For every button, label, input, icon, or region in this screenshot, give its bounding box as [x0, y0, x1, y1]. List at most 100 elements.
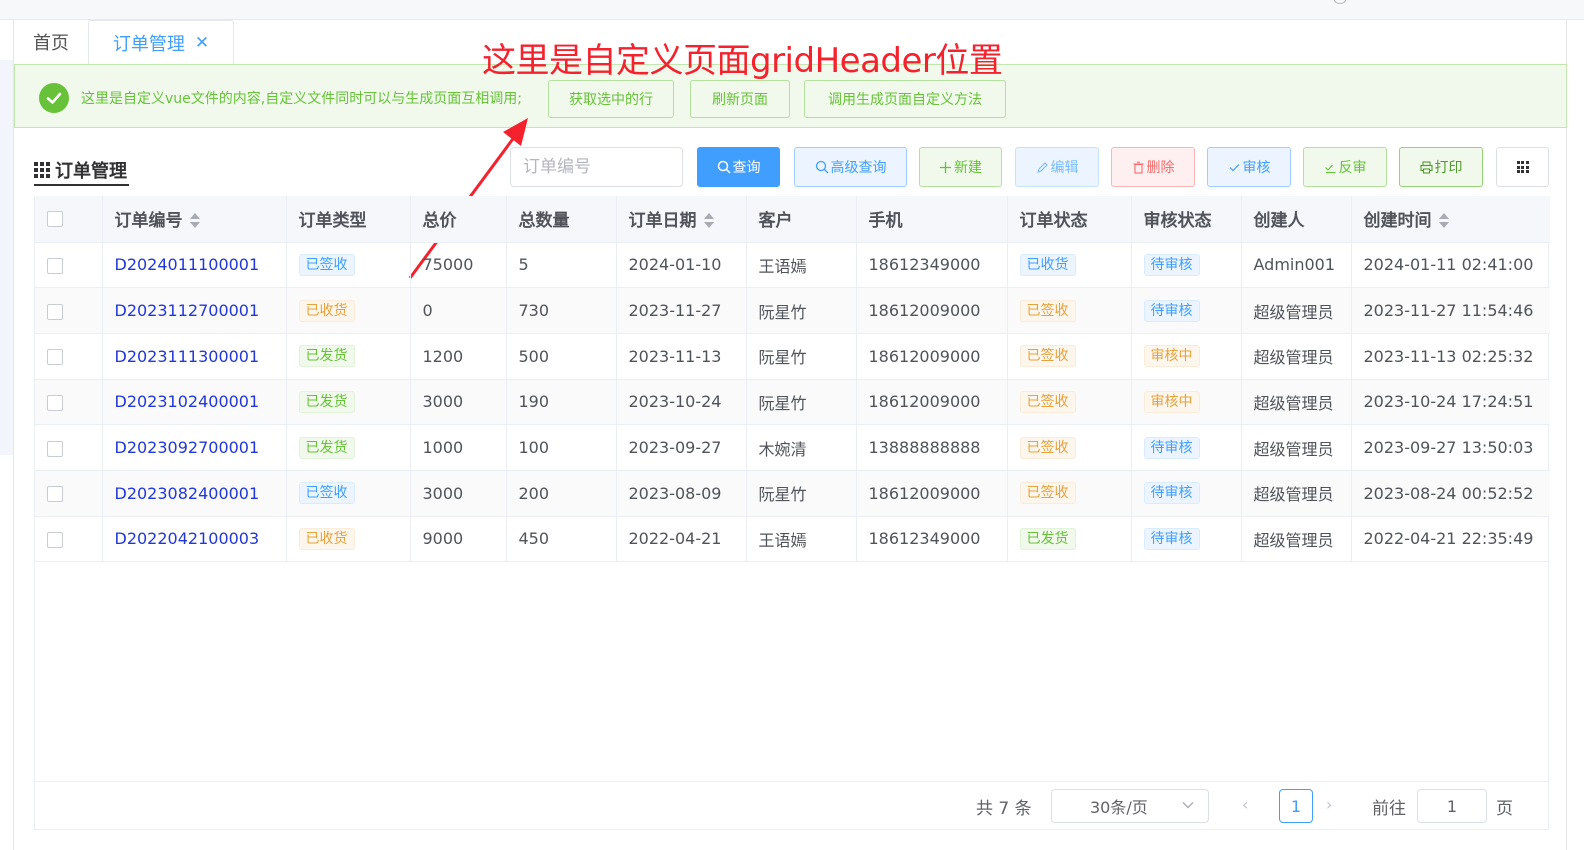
refresh-page-button[interactable]: 刷新页面: [690, 80, 790, 118]
cell-text: 2023-11-27: [628, 301, 722, 321]
order-number-link[interactable]: D2023112700001: [115, 301, 260, 320]
cell-text: 18612349000: [868, 255, 981, 275]
pencil-icon: [1036, 161, 1048, 173]
table-row[interactable]: D2023112700001 已收货 0 730 2023-11-27 阮星竹 186120…: [35, 287, 1550, 334]
phone-cell: 18612009000: [856, 379, 1008, 426]
button-label: 编辑: [1050, 160, 1079, 176]
order-number-link[interactable]: D2024011100001: [115, 255, 260, 274]
customer-cell: 阮星竹: [746, 333, 857, 380]
delete-button[interactable]: 删除: [1111, 147, 1195, 187]
cell-text: 超级管理员: [1253, 348, 1334, 368]
row-checkbox[interactable]: [47, 486, 63, 503]
status-tag: 审核中: [1143, 390, 1200, 413]
status-tag: 已发货: [298, 390, 355, 413]
tab-order-management[interactable]: 订单管理 ✕: [88, 20, 234, 64]
customer-cell: 阮星竹: [746, 287, 857, 334]
created-time-cell: 2023-11-13 02:25:32: [1351, 333, 1550, 380]
page-number-current[interactable]: 1: [1279, 789, 1313, 823]
get-selected-rows-button[interactable]: 获取选中的行: [548, 80, 674, 118]
advanced-query-button[interactable]: 高级查询: [794, 147, 907, 187]
row-select-cell: [35, 242, 103, 289]
status-tag: 已签收: [1019, 299, 1076, 322]
sort-icon[interactable]: [1438, 212, 1450, 230]
chevron-down-icon: [1182, 802, 1194, 809]
page-size-select[interactable]: 30条/页: [1051, 789, 1209, 823]
order-number-link[interactable]: D2023082400001: [115, 484, 260, 503]
unaudit-button[interactable]: 反审: [1303, 147, 1387, 187]
order-number-link[interactable]: D2023092700001: [115, 438, 260, 457]
cell-text: 2023-11-13: [628, 346, 722, 366]
table-row[interactable]: D2023111300001 已发货 1200 500 2023-11-13 阮星竹 186…: [35, 333, 1550, 380]
audit-status-cell: 待审核: [1131, 470, 1242, 517]
table-row[interactable]: D2023092700001 已发货 1000 100 2023-09-27 木婉清 138…: [35, 424, 1550, 471]
select-all-checkbox[interactable]: [47, 210, 63, 227]
column-header-label: 总数量: [518, 211, 570, 232]
next-page-button[interactable]: ›: [1326, 795, 1332, 814]
table-row[interactable]: D2023102400001 已发货 3000 190 2023-10-24 阮星竹 186…: [35, 379, 1550, 426]
total-quantity-cell: 200: [506, 470, 617, 517]
cell-text: 阮星竹: [758, 393, 807, 413]
table-row[interactable]: D2024011100001 已签收 75000 5 2024-01-10 王语嫣 1861…: [35, 242, 1550, 289]
status-tag: 已签收: [1019, 436, 1076, 459]
tab-home[interactable]: 首页: [14, 20, 88, 64]
cell-text: 18612349000: [868, 529, 981, 549]
annotation-label: 这里是自定义页面gridHeader位置: [482, 41, 1003, 81]
audit-status-cell: 审核中: [1131, 333, 1242, 380]
order-number-cell: D2022042100003: [102, 516, 287, 563]
create-button[interactable]: 新建: [919, 147, 1002, 187]
print-button[interactable]: 打印: [1399, 147, 1483, 187]
row-checkbox[interactable]: [47, 349, 63, 366]
order-type-cell: 已发货: [286, 333, 411, 380]
column-header[interactable]: 创建时间: [1351, 196, 1550, 243]
order-number-cell: D2023112700001: [102, 287, 287, 334]
edit-button[interactable]: 编辑: [1015, 147, 1099, 187]
trash-icon: [1133, 161, 1143, 174]
phone-cell: 18612009000: [856, 333, 1008, 380]
column-header-label: 订单编号: [114, 211, 183, 232]
customer-cell: 王语嫣: [746, 242, 857, 289]
cell-text: 450: [518, 529, 550, 549]
call-custom-method-button[interactable]: 调用生成页面自定义方法: [804, 80, 1006, 118]
row-checkbox[interactable]: [47, 440, 63, 457]
cell-text: 阮星竹: [758, 302, 807, 322]
total-price-cell: 3000: [410, 379, 507, 426]
row-checkbox[interactable]: [47, 303, 63, 320]
order-number-search-input[interactable]: [510, 147, 683, 187]
total-quantity-cell: 500: [506, 333, 617, 380]
audit-button[interactable]: 审核: [1207, 147, 1291, 187]
table-row[interactable]: D2022042100003 已收货 9000 450 2022-04-21 王语嫣 186…: [35, 516, 1550, 563]
cell-text: 2022-04-21 22:35:49: [1363, 529, 1534, 549]
row-checkbox[interactable]: [47, 394, 63, 411]
column-header[interactable]: 订单编号: [102, 196, 287, 243]
tab-label: 首页: [33, 33, 69, 54]
created-time-cell: 2022-04-21 22:35:49: [1351, 516, 1550, 563]
order-number-link[interactable]: D2022042100003: [115, 529, 260, 548]
cell-text: 超级管理员: [1253, 393, 1334, 413]
column-settings-button[interactable]: [1496, 147, 1549, 187]
close-icon[interactable]: ✕: [195, 33, 209, 53]
order-status-cell: 已签收: [1007, 333, 1132, 380]
audit-status-cell: 待审核: [1131, 242, 1242, 289]
order-type-cell: 已发货: [286, 379, 411, 426]
order-number-link[interactable]: D2023102400001: [115, 392, 260, 411]
tab-label: 订单管理: [112, 33, 185, 55]
cell-text: 18612009000: [868, 301, 981, 321]
goto-page-input[interactable]: [1417, 789, 1487, 823]
total-quantity-cell: 5: [506, 242, 617, 289]
order-number-link[interactable]: D2023111300001: [115, 347, 260, 366]
cell-text: 2023-08-09: [628, 483, 722, 503]
order-date-cell: 2024-01-10: [616, 242, 747, 289]
table-row[interactable]: D2023082400001 已签收 3000 200 2023-08-09 阮星竹 186…: [35, 470, 1550, 517]
query-button[interactable]: 查询: [697, 147, 780, 187]
sort-icon[interactable]: [189, 212, 201, 230]
column-header[interactable]: 订单日期: [616, 196, 747, 243]
customer-cell: 阮星竹: [746, 379, 857, 426]
total-price-cell: 1200: [410, 333, 507, 380]
column-header-label: 订单类型: [298, 211, 367, 232]
prev-page-button[interactable]: ‹: [1242, 795, 1248, 814]
cell-text: 18612009000: [868, 483, 981, 503]
sort-icon[interactable]: [703, 212, 715, 230]
select-all-cell: [35, 196, 103, 243]
row-checkbox[interactable]: [47, 257, 63, 274]
row-checkbox[interactable]: [47, 531, 63, 548]
